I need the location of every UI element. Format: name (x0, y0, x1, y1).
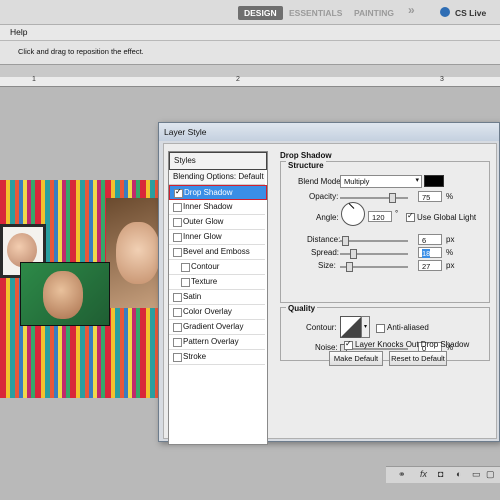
size-slider[interactable] (340, 262, 408, 272)
drop-shadow-settings: Drop Shadow Structure Blend Mode: Multip… (278, 151, 490, 361)
spread-label: Spread: (311, 248, 340, 257)
anti-aliased-label: Anti-aliased (387, 323, 429, 332)
document-tab-area (0, 65, 500, 77)
fx-icon[interactable]: fx (420, 469, 427, 479)
style-item-inner-glow[interactable]: Inner Glow (169, 230, 265, 245)
workspace-essentials-tab[interactable]: ESSENTIALS (289, 6, 342, 20)
angle-label: Angle: (316, 213, 339, 222)
spread-slider[interactable] (340, 249, 408, 259)
distance-unit: px (446, 235, 455, 244)
style-item-contour[interactable]: Contour (169, 260, 265, 275)
dialog-title: Layer Style (164, 127, 207, 137)
size-label: Size: (318, 261, 336, 270)
anti-aliased-checkbox[interactable] (376, 324, 385, 333)
adjustment-icon[interactable]: ◐ (456, 469, 461, 479)
reset-to-default-button[interactable]: Reset to Default (389, 351, 447, 366)
dialog-titlebar[interactable]: Layer Style (159, 123, 499, 141)
size-unit: px (446, 261, 455, 270)
mask-icon[interactable]: ◘ (438, 469, 443, 479)
angle-field[interactable]: 120 (368, 211, 392, 222)
workspace-design-tab[interactable]: DESIGN (238, 6, 283, 20)
opacity-slider-thumb[interactable] (389, 193, 396, 203)
style-item-gradient-overlay[interactable]: Gradient Overlay (169, 320, 265, 335)
menu-bar: Help (0, 25, 500, 41)
style-item-bevel-emboss[interactable]: Bevel and Emboss (169, 245, 265, 260)
style-item-color-overlay[interactable]: Color Overlay (169, 305, 265, 320)
menu-help[interactable]: Help (10, 27, 27, 37)
quality-group (280, 307, 490, 361)
link-layers-icon[interactable]: ⚭ (398, 469, 406, 480)
use-global-light-checkbox[interactable]: ✓ (406, 211, 415, 222)
options-bar: Click and drag to reposition the effect. (0, 41, 500, 65)
chevron-down-icon: ▾ (415, 177, 419, 184)
cs-live-icon[interactable] (440, 7, 450, 17)
spread-unit: % (446, 248, 454, 257)
use-global-light-label: Use Global Light (417, 213, 477, 222)
distance-slider-thumb[interactable] (342, 236, 349, 246)
new-layer-icon[interactable]: ▢ (486, 469, 495, 480)
spread-slider-thumb[interactable] (350, 249, 357, 259)
shadow-color-swatch[interactable] (424, 175, 444, 187)
opacity-label: Opacity: (309, 192, 339, 201)
blend-mode-select[interactable]: Multiply ▾ (340, 175, 422, 188)
folder-icon[interactable]: ▭ (472, 469, 481, 480)
style-item-outer-glow[interactable]: Outer Glow (169, 215, 265, 230)
quality-title: Quality (286, 304, 318, 313)
contour-picker[interactable] (340, 316, 362, 338)
opacity-slider[interactable] (340, 193, 408, 203)
photo-girl (106, 198, 164, 308)
size-slider-thumb[interactable] (346, 262, 353, 272)
styles-header[interactable]: Styles (169, 152, 267, 170)
style-item-pattern-overlay[interactable]: Pattern Overlay (169, 335, 265, 350)
style-item-satin[interactable]: Satin (169, 290, 265, 305)
style-item-drop-shadow[interactable]: ✓ Drop Shadow (169, 185, 267, 200)
drop-shadow-title: Drop Shadow (280, 151, 332, 160)
style-item-inner-shadow[interactable]: Inner Shadow (169, 200, 265, 215)
layer-style-dialog: Layer Style Styles Blending Options: Def… (158, 122, 500, 445)
layer-knocks-out-label: Layer Knocks Out Drop Shadow (355, 340, 470, 349)
styles-list: Styles Blending Options: Default ✓ Drop … (168, 151, 268, 445)
opacity-unit: % (446, 192, 454, 201)
layers-panel-footer: ⚭ fx ◘ ◐ ▭ ▢ (386, 466, 500, 483)
distance-slider[interactable] (340, 236, 408, 246)
layer-knocks-out-checkbox[interactable]: ✓ (344, 339, 353, 350)
options-hint: Click and drag to reposition the effect. (18, 47, 144, 56)
contour-dropdown-icon[interactable]: ▾ (361, 316, 370, 338)
opacity-field[interactable]: 75 (418, 191, 442, 202)
blending-options-item[interactable]: Blending Options: Default (169, 170, 265, 185)
distance-field[interactable]: 6 (418, 234, 442, 245)
blend-mode-label: Blend Mode: (298, 177, 343, 186)
style-item-stroke[interactable]: Stroke (169, 350, 265, 365)
spread-field[interactable]: 18 (418, 247, 442, 258)
size-field[interactable]: 27 (418, 260, 442, 271)
document-artwork[interactable] (0, 180, 166, 398)
style-item-texture[interactable]: Texture (169, 275, 265, 290)
ruler-label: 1 (32, 76, 36, 83)
photo-boy (20, 262, 110, 326)
angle-dial[interactable] (341, 202, 365, 226)
workspace-bar: DESIGN ESSENTIALS PAINTING » CS Live (0, 0, 500, 25)
more-workspaces-icon[interactable]: » (408, 3, 415, 17)
cs-live-label[interactable]: CS Live (455, 6, 486, 20)
make-default-button[interactable]: Make Default (329, 351, 383, 366)
distance-label: Distance: (307, 235, 341, 244)
ruler-label: 3 (440, 76, 444, 83)
ruler-label: 2 (236, 76, 240, 83)
angle-unit: ° (395, 209, 399, 218)
workspace-painting-tab[interactable]: PAINTING (354, 6, 394, 20)
horizontal-ruler[interactable]: 1 2 3 (0, 76, 500, 87)
structure-title: Structure (286, 161, 326, 170)
contour-label: Contour: (306, 323, 337, 332)
drop-shadow-checkbox[interactable]: ✓ (174, 187, 183, 198)
